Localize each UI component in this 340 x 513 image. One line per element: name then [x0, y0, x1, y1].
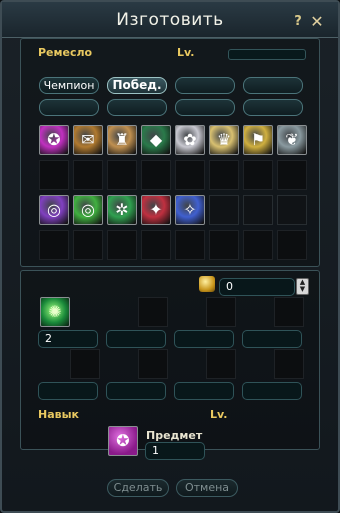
result-item-label: Предмет	[146, 429, 203, 442]
scroll-icon: ✉	[81, 130, 95, 149]
recipe-slot[interactable]: ⚑	[243, 125, 273, 155]
recipe-slot-empty	[107, 230, 137, 260]
recipe-slot[interactable]: ✉	[73, 125, 103, 155]
recipe-slot-empty	[39, 230, 69, 260]
material-slot-empty	[206, 349, 236, 379]
recipe-slot-empty	[39, 160, 69, 190]
quantity-stepper[interactable]: ▲ ▼	[296, 278, 309, 295]
green-crystal-icon: ✺	[48, 302, 62, 321]
recipe-slot-empty	[243, 230, 273, 260]
make-button[interactable]: Сделать	[107, 479, 169, 497]
recipe-slot-empty	[73, 230, 103, 260]
green-rune-stone-icon: ◆	[149, 130, 163, 149]
material-slot-empty	[70, 349, 100, 379]
recipe-slot-empty	[277, 230, 307, 260]
purple-orb-icon: ◎	[47, 200, 61, 219]
material-quantity-field	[38, 382, 98, 400]
gold-coin-icon	[199, 276, 215, 292]
recipe-slot[interactable]: ❦	[277, 125, 307, 155]
recipe-slot-empty	[175, 230, 205, 260]
filter-button-0[interactable]: Чемпион	[39, 77, 99, 94]
close-button[interactable]: ✕	[308, 13, 326, 31]
filter-button-4[interactable]	[39, 99, 99, 116]
recipe-slot[interactable]: ✲	[107, 195, 137, 225]
green-rune-orb-icon: ✲	[115, 200, 129, 219]
material-quantity-field	[174, 330, 234, 348]
recipe-slot[interactable]: ✦	[141, 195, 171, 225]
recipe-slot[interactable]: ◎	[73, 195, 103, 225]
material-quantity-field: 2	[38, 330, 98, 348]
recipe-slot-empty	[175, 160, 205, 190]
recipe-slot-empty	[209, 230, 239, 260]
blue-orb-icon: ✧	[183, 200, 197, 219]
skill-level-label: Lv.	[210, 408, 228, 421]
relic-statue-icon: ♜	[114, 130, 130, 149]
filter-button-7[interactable]	[243, 99, 303, 116]
recipe-slot-empty	[209, 160, 239, 190]
recipe-slot-empty	[277, 195, 307, 225]
recipe-slot-empty	[243, 195, 273, 225]
material-slot-empty	[274, 297, 304, 327]
recipe-slot-empty	[107, 160, 137, 190]
recipe-slot-empty	[141, 230, 171, 260]
recipe-slot[interactable]: ✧	[175, 195, 205, 225]
filter-button-1[interactable]: Побед.	[107, 77, 167, 94]
skill-label: Навык	[38, 408, 80, 421]
window-title: Изготовить	[116, 10, 224, 30]
green-orb-icon: ◎	[81, 200, 95, 219]
filter-button-2[interactable]	[175, 77, 235, 94]
recipe-slot-empty	[209, 195, 239, 225]
quantity-input[interactable]: 0	[219, 278, 295, 296]
recipe-slot[interactable]: ♜	[107, 125, 137, 155]
recipe-slot[interactable]: ♛	[209, 125, 239, 155]
golden-banner-icon: ⚑	[250, 130, 266, 149]
crown-icon: ♛	[216, 130, 232, 149]
material-quantity-field	[242, 382, 302, 400]
material-slot-empty	[206, 297, 236, 327]
result-quantity-field: 1	[145, 442, 205, 460]
recipe-slot-empty	[141, 160, 171, 190]
material-slot-empty	[138, 349, 168, 379]
material-slot[interactable]: ✺	[40, 297, 70, 327]
material-quantity-field	[106, 382, 166, 400]
white-orb-icon: ✿	[183, 130, 197, 149]
help-button[interactable]: ?	[290, 14, 306, 30]
recipe-slot[interactable]: ◆	[141, 125, 171, 155]
material-slot-empty	[274, 349, 304, 379]
recipe-slot[interactable]: ◎	[39, 195, 69, 225]
filter-button-5[interactable]	[107, 99, 167, 116]
recipe-slot-empty	[277, 160, 307, 190]
craft-level-bar	[228, 49, 306, 60]
recipe-slot[interactable]: ✪	[39, 125, 69, 155]
magic-book-icon: ✪	[47, 130, 61, 149]
recipe-slot-empty	[73, 160, 103, 190]
cancel-button[interactable]: Отмена	[176, 479, 238, 497]
red-orb-icon: ✦	[149, 200, 163, 219]
material-slot-empty	[138, 297, 168, 327]
title-bar[interactable]: Изготовить ? ✕	[2, 2, 338, 38]
filter-button-6[interactable]	[175, 99, 235, 116]
material-quantity-field	[174, 382, 234, 400]
crafting-window: Изготовить ? ✕ Ремесло Lv. Чемпион Побед.…	[0, 0, 340, 513]
craft-label: Ремесло	[38, 46, 93, 59]
recipe-slot[interactable]: ✿	[175, 125, 205, 155]
material-quantity-field	[242, 330, 302, 348]
material-quantity-field	[106, 330, 166, 348]
recipe-slot-empty	[243, 160, 273, 190]
silver-charm-icon: ❦	[285, 130, 299, 149]
magic-book-icon: ✪	[116, 431, 130, 450]
filter-button-3[interactable]	[243, 77, 303, 94]
result-item-slot[interactable]: ✪	[108, 426, 138, 456]
craft-level-label: Lv.	[177, 46, 195, 59]
